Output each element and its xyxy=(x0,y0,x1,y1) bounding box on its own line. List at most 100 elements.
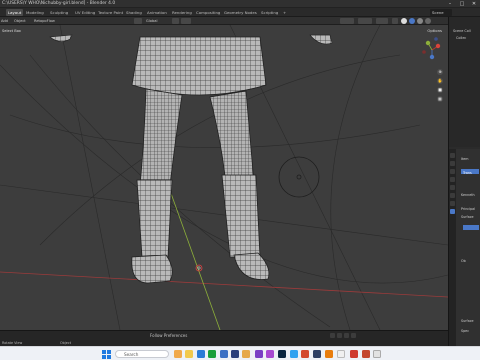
light-gizmo[interactable] xyxy=(278,156,320,198)
tab-geometry-nodes[interactable]: Geometry Nodes xyxy=(222,9,259,16)
render-icon[interactable] xyxy=(450,161,455,166)
chrome-icon[interactable] xyxy=(208,350,216,358)
outliner-item-collection[interactable]: Collec xyxy=(456,36,466,40)
xray-icon[interactable] xyxy=(392,18,398,24)
object-icon[interactable] xyxy=(450,193,455,198)
pivot-icon[interactable] xyxy=(172,18,179,24)
props-label-surface-2: Surface xyxy=(461,319,474,323)
props-label-ob: Ob xyxy=(461,259,466,263)
app-icon-1[interactable] xyxy=(231,350,239,358)
right-boot-mesh xyxy=(221,174,261,258)
taskbar-search[interactable]: Search xyxy=(115,350,169,358)
3d-cursor[interactable] xyxy=(195,264,203,272)
tab-sculpting[interactable]: Sculpting xyxy=(48,9,70,16)
outliner-item-scene-collection[interactable]: Scene Coll xyxy=(453,29,471,33)
blender-icon[interactable] xyxy=(325,350,333,358)
left-shoe-mesh xyxy=(131,254,173,284)
viewport-canvas xyxy=(0,25,448,330)
camera-icon[interactable]: ■ xyxy=(437,87,443,93)
z-axis-icon xyxy=(429,54,435,60)
tab-rendering[interactable]: Rendering xyxy=(170,9,194,16)
photoshop-icon[interactable] xyxy=(278,350,286,358)
tab-texture-paint[interactable]: Texture Paint xyxy=(96,9,125,16)
visibility-icon[interactable] xyxy=(340,18,354,24)
title-bar: C:\USERS\Y WHO\Nichubby-girl.blend] - Bl… xyxy=(0,0,480,8)
windows-start-icon[interactable] xyxy=(102,350,111,359)
widget-icon[interactable] xyxy=(174,350,182,358)
jump-end-icon[interactable] xyxy=(351,333,356,338)
blender-window: C:\USERS\Y WHO\Nichubby-girl.blend] - Bl… xyxy=(0,0,480,360)
tab-compositing[interactable]: Compositing xyxy=(194,9,222,16)
select-box-label[interactable]: Select Box xyxy=(2,29,21,33)
object-menu[interactable]: Object xyxy=(14,18,26,24)
jump-start-icon[interactable] xyxy=(330,333,335,338)
tab-uv-editing[interactable]: UV Editing xyxy=(73,9,97,16)
outliner[interactable]: Scene Coll Collec xyxy=(449,17,480,147)
play-icon[interactable] xyxy=(344,333,349,338)
transform-orientation[interactable]: Global xyxy=(146,18,157,24)
options-menu[interactable]: Options xyxy=(427,28,442,33)
shading-solid-icon[interactable] xyxy=(401,18,407,24)
right-leg-mesh xyxy=(209,90,255,186)
left-boot-mesh xyxy=(136,179,173,258)
tab-layout[interactable]: Layout xyxy=(6,9,24,16)
app-icon-6[interactable] xyxy=(301,350,309,358)
gizmo-icon[interactable] xyxy=(358,18,372,24)
app-icon-8[interactable] xyxy=(337,350,345,358)
app-icon-11[interactable] xyxy=(373,350,381,358)
hand-icon[interactable]: ✋ xyxy=(437,78,443,84)
properties-editor[interactable]: Item Trans Kenneth Principal Surface Ob … xyxy=(449,149,480,346)
minimize-button[interactable]: – xyxy=(444,0,456,8)
props-label-trans: Trans xyxy=(463,171,472,175)
mail-icon[interactable] xyxy=(197,350,205,358)
app-icon-10[interactable] xyxy=(362,350,370,358)
x-axis-icon xyxy=(435,43,441,49)
scene-selector[interactable]: Scene xyxy=(430,9,452,16)
app-icon-2[interactable] xyxy=(242,350,250,358)
props-label-surface: Surface xyxy=(461,215,474,219)
playback-label[interactable]: Follow Preferences xyxy=(150,332,187,340)
retopoflow-menu[interactable]: RetopoFlow xyxy=(34,18,55,24)
material-icon[interactable] xyxy=(450,209,455,214)
y-axis-icon xyxy=(425,40,431,46)
base-color-field[interactable] xyxy=(463,225,479,230)
navigation-gizmo[interactable] xyxy=(422,37,441,60)
props-label-kenneth: Kenneth xyxy=(461,193,475,197)
maximize-button[interactable]: □ xyxy=(456,0,468,8)
app-icon-4[interactable] xyxy=(266,350,274,358)
snap-icon[interactable] xyxy=(181,18,191,24)
add-workspace-button[interactable]: + xyxy=(281,9,288,16)
play-reverse-icon[interactable] xyxy=(337,333,342,338)
zoom-icon[interactable]: ⊕ xyxy=(437,69,443,75)
tab-scripting[interactable]: Scripting xyxy=(259,9,280,16)
grid-icon[interactable]: ▦ xyxy=(437,96,443,102)
right-panels: Scene Coll Collec Item Trans Kenneth Pri… xyxy=(448,17,480,346)
scene-icon[interactable] xyxy=(450,177,455,182)
shading-rendered-icon[interactable] xyxy=(417,18,423,24)
world-icon[interactable] xyxy=(450,185,455,190)
3d-viewport[interactable]: Select Box Options ⊕ ✋ ■ ▦ xyxy=(0,25,448,330)
left-hand-mesh xyxy=(49,34,73,42)
app-icon-9[interactable] xyxy=(350,350,358,358)
tab-modeling[interactable]: Modeling xyxy=(24,9,46,16)
y-axis-line xyxy=(167,184,221,330)
shading-material-icon[interactable] xyxy=(409,18,415,24)
file-explorer-icon[interactable] xyxy=(185,350,193,358)
edge-icon[interactable] xyxy=(220,350,228,358)
props-label-spec: Spec xyxy=(461,329,470,333)
props-label-principal: Principal xyxy=(461,207,476,211)
modifier-icon[interactable] xyxy=(450,201,455,206)
app-icon-5[interactable] xyxy=(290,350,298,358)
tab-shading[interactable]: Shading xyxy=(124,9,144,16)
x-axis-line xyxy=(0,271,448,298)
close-button[interactable]: ✕ xyxy=(468,0,480,8)
tool-icon[interactable] xyxy=(450,153,455,158)
shading-wire-icon[interactable] xyxy=(425,18,431,24)
app-icon-7[interactable] xyxy=(313,350,321,358)
tab-animation[interactable]: Animation xyxy=(145,9,169,16)
overlay-icon[interactable] xyxy=(376,18,388,24)
orientation-icon[interactable] xyxy=(134,18,142,24)
object-mode-menu[interactable]: Add xyxy=(1,18,8,24)
output-icon[interactable] xyxy=(450,169,455,174)
app-icon-3[interactable] xyxy=(255,350,263,358)
